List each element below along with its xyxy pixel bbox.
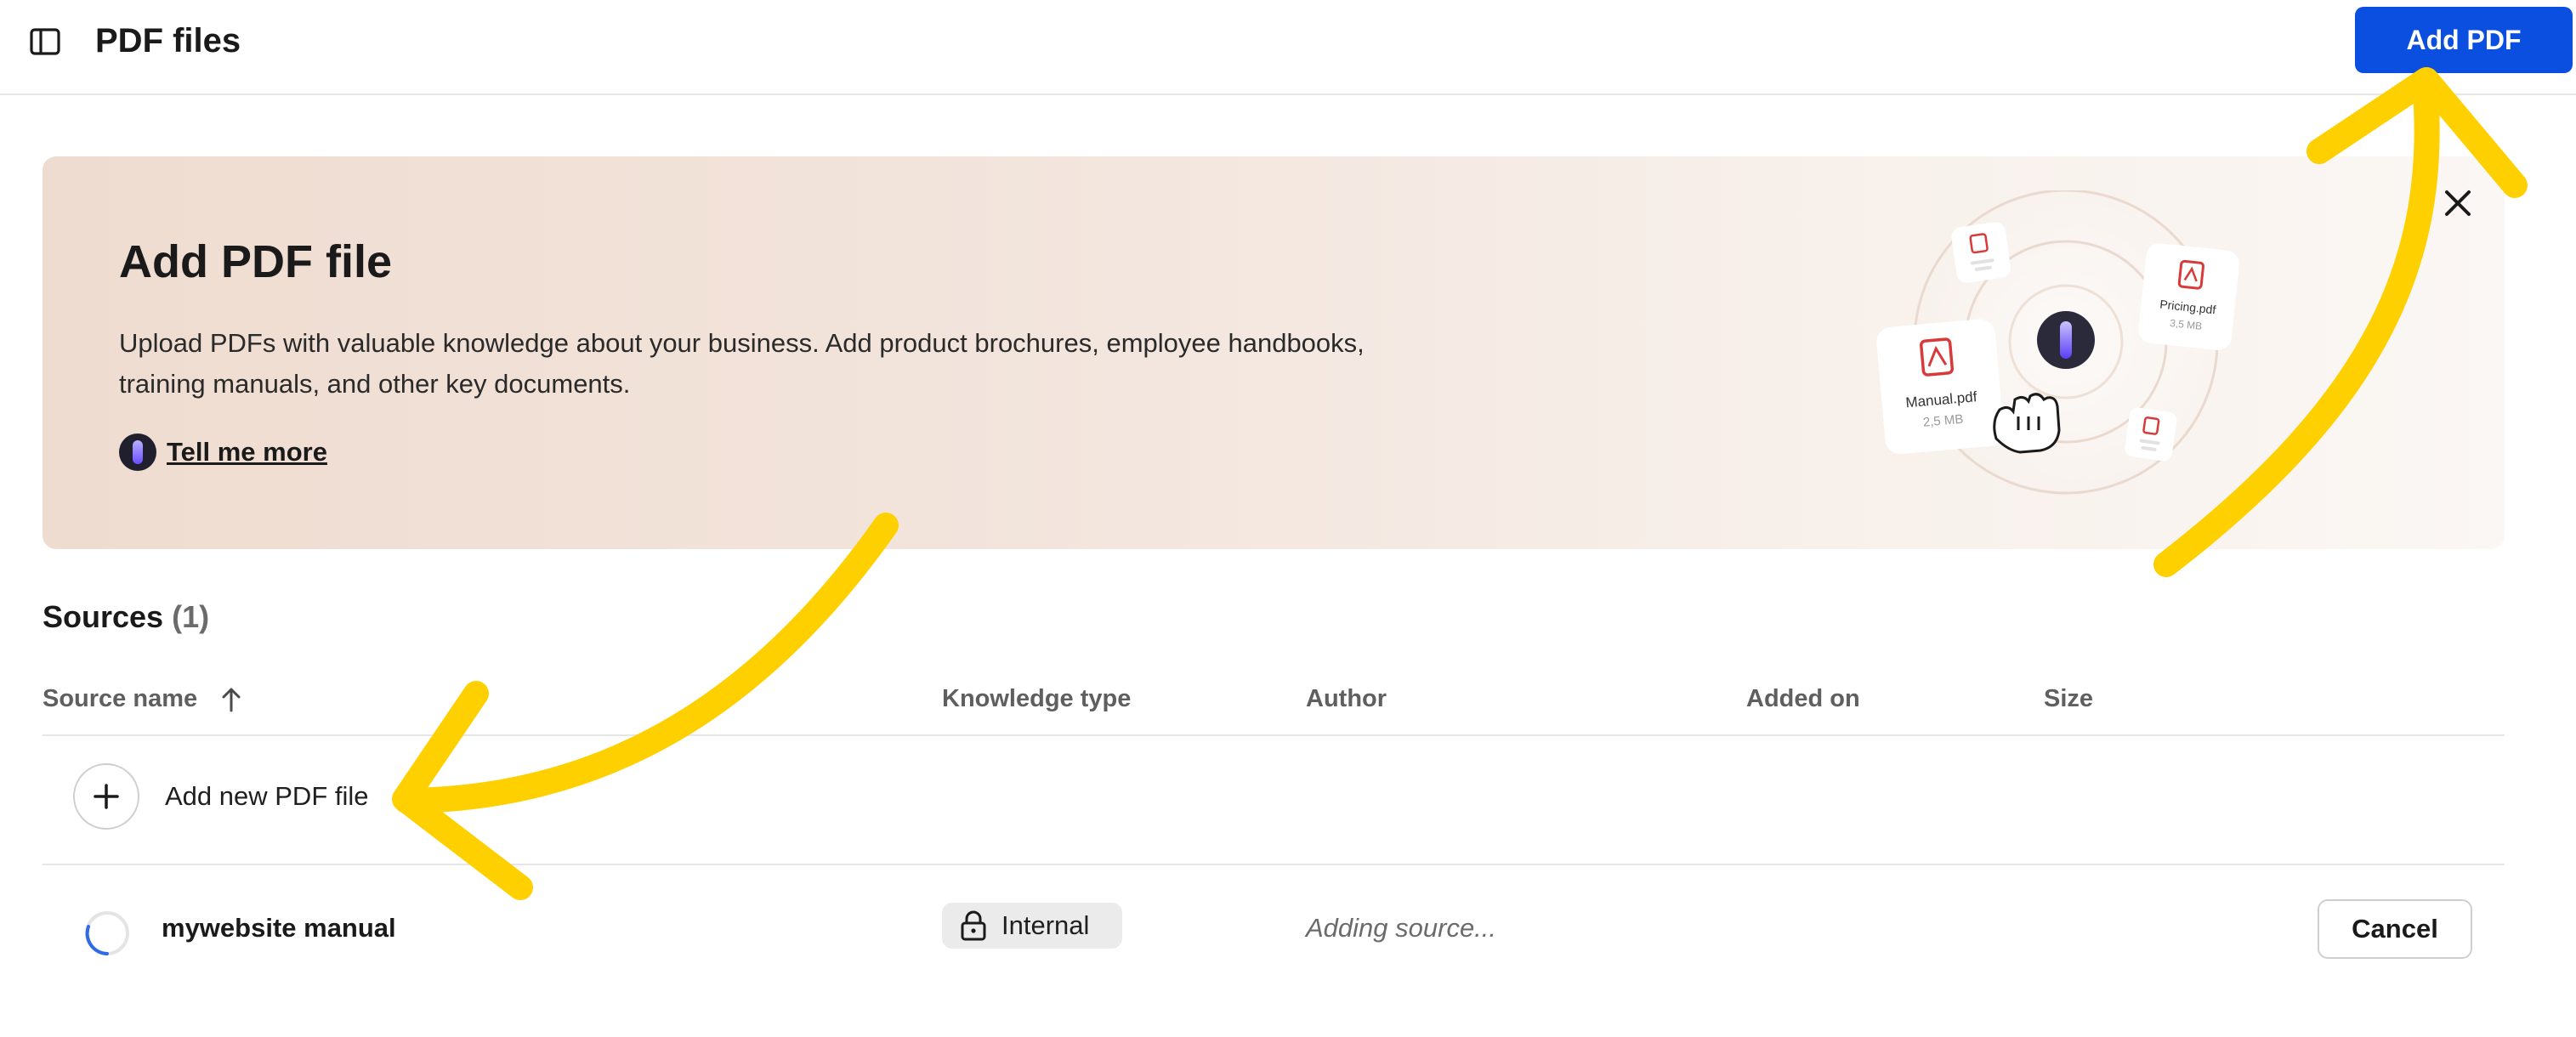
add-pdf-banner: Add PDF file Upload PDFs with valuable k… (43, 156, 2505, 549)
add-new-pdf-button[interactable] (73, 763, 139, 830)
tell-me-more-label: Tell me more (167, 437, 327, 467)
pdf-card-tiny (2125, 407, 2177, 462)
arrow-up-icon[interactable] (219, 685, 243, 714)
annotation-arrow-left-head (392, 681, 533, 900)
assistant-orb-core (2060, 321, 2072, 359)
pdf-upload-illustration: Pricing.pdf 3,5 MB Manual.pdf 2,5 MB (1876, 190, 2239, 495)
pdf-card-small (1951, 222, 2011, 283)
add-new-pdf-label[interactable]: Add new PDF file (165, 779, 369, 814)
banner-title: Add PDF file (119, 236, 392, 287)
column-header-source-name[interactable]: Source name (43, 682, 197, 716)
cancel-button[interactable]: Cancel (2318, 899, 2472, 959)
sources-heading: Sources (1) (43, 597, 209, 638)
row-divider (43, 864, 2505, 865)
page-title: PDF files (95, 22, 241, 60)
row-status-text: Adding source... (1306, 913, 1497, 943)
source-name[interactable]: mywebsite manual (162, 910, 396, 946)
column-header-size[interactable]: Size (2044, 682, 2093, 716)
loading-spinner-icon (85, 911, 129, 955)
sources-title: Sources (43, 599, 164, 634)
column-header-knowledge-type[interactable]: Knowledge type (942, 682, 1131, 716)
pdf-card-pricing: Pricing.pdf 3,5 MB (2138, 243, 2239, 350)
pdf-card-manual: Manual.pdf 2,5 MB (1876, 319, 2004, 455)
column-header-author[interactable]: Author (1306, 682, 1387, 716)
header-divider (43, 734, 2505, 736)
sidebar-toggle-icon[interactable] (29, 26, 61, 58)
lock-icon (961, 910, 986, 941)
plus-icon (94, 784, 119, 809)
banner-description: Upload PDFs with valuable knowledge abou… (119, 328, 1365, 399)
close-icon[interactable] (2437, 182, 2479, 224)
top-bar: PDF files Add PDF (0, 0, 2576, 95)
assistant-orb-icon (119, 434, 156, 471)
column-header-added-on[interactable]: Added on (1746, 682, 1860, 716)
annotation-arrow-left (394, 513, 899, 813)
tell-me-more-link[interactable]: Tell me more (119, 434, 327, 471)
knowledge-type-label: Internal (1001, 910, 1090, 940)
knowledge-type-badge: Internal (942, 903, 1122, 949)
sources-count: (1) (172, 599, 210, 634)
add-pdf-button[interactable]: Add PDF (2355, 7, 2573, 73)
